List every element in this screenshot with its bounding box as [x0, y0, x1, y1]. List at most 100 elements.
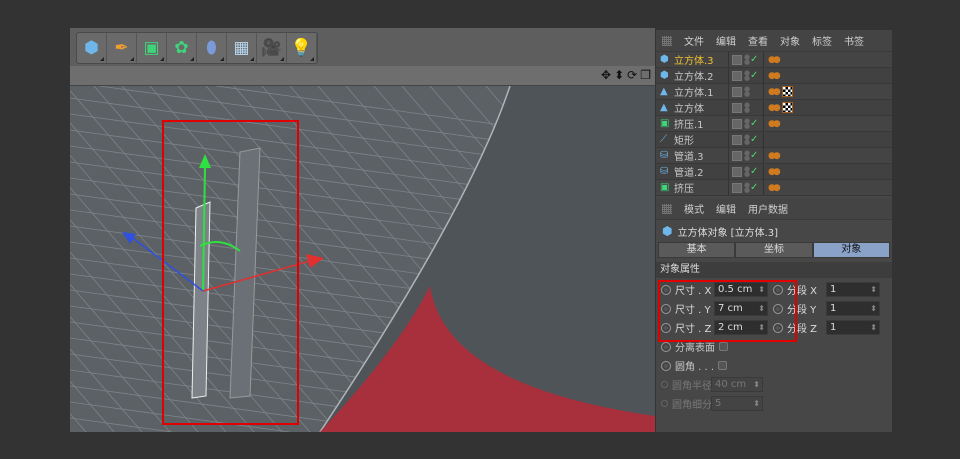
object-name-cell[interactable]: ▲ 立方体 [656, 100, 728, 115]
enabled-check-icon[interactable]: ✓ [750, 166, 758, 177]
segment-field[interactable]: 1 [826, 301, 880, 316]
axis-x[interactable] [202, 260, 311, 292]
menu-item[interactable]: 编辑 [716, 33, 736, 48]
enabled-check-icon[interactable]: ✓ [750, 134, 758, 145]
3d-viewport[interactable] [70, 86, 655, 432]
deformer-bend-tool-button[interactable]: ⬮ [197, 33, 227, 63]
object-name-cell[interactable]: ⛁ 管道.3 [656, 148, 728, 163]
maximize-view-icon[interactable]: ❐ [640, 68, 651, 82]
object-name[interactable]: 立方体.1 [674, 84, 714, 99]
phong-tag-icon[interactable]: ●● [768, 103, 781, 113]
object-row[interactable]: ▲ 立方体.1 ● ● ●● [656, 84, 892, 100]
subdivision-tool-button[interactable]: ▣ [137, 33, 167, 63]
anim-radio[interactable] [661, 341, 671, 352]
menu-item[interactable]: 用户数据 [748, 201, 788, 216]
phong-tag-icon[interactable]: ●● [768, 151, 781, 161]
object-name[interactable]: 管道.3 [674, 148, 704, 163]
enabled-check-icon[interactable]: ✓ [750, 54, 758, 65]
tab-0[interactable]: 基本 [658, 242, 736, 258]
object-row[interactable]: ⟋ 矩形 ● ● ✓ [656, 132, 892, 148]
cube-tool-button[interactable]: ⬢ [77, 33, 107, 63]
tab-1[interactable]: 坐标 [735, 242, 813, 258]
enabled-check-icon[interactable]: ✓ [750, 150, 758, 161]
floor-tool-button[interactable]: ▦ [227, 33, 257, 63]
object-row[interactable]: ▣ 挤压.1 ● ● ✓ ●● [656, 116, 892, 132]
menu-item[interactable]: 文件 [684, 33, 704, 48]
menu-item[interactable]: 编辑 [716, 201, 736, 216]
object-name-cell[interactable]: ⟋ 矩形 [656, 132, 728, 147]
layer-icon[interactable] [732, 118, 742, 129]
object-name[interactable]: 管道.2 [674, 164, 704, 179]
visibility-dots-icon[interactable]: ● ● [744, 133, 750, 145]
object-name-cell[interactable]: ▲ 立方体.1 [656, 84, 728, 99]
object-list[interactable]: ⬢ 立方体.3 ● ● ✓ ●● ⬢ 立方体.2 ● ● ✓ ●● ▲ 立方体.1 ● ● ●● ▲ 立方体 ● ● ●●… [656, 52, 892, 196]
grip-icon[interactable] [662, 35, 672, 46]
phong-tag-icon[interactable]: ●● [768, 167, 781, 177]
menu-item[interactable]: 书签 [844, 33, 864, 48]
visibility-dots-icon[interactable]: ● ● [744, 53, 750, 65]
object-name[interactable]: 矩形 [674, 132, 694, 147]
phong-tag-icon[interactable]: ●● [768, 87, 781, 97]
phong-tag-icon[interactable]: ●● [768, 119, 781, 129]
visibility-dots-icon[interactable]: ● ● [744, 181, 750, 193]
phong-tag-icon[interactable]: ●● [768, 71, 781, 81]
object-name[interactable]: 挤压.1 [674, 116, 704, 131]
menu-item[interactable]: 模式 [684, 201, 704, 216]
anim-radio[interactable] [661, 360, 671, 371]
object-name-cell[interactable]: ⬢ 立方体.2 [656, 68, 728, 83]
phong-tag-icon[interactable]: ●● [768, 55, 781, 65]
rotate-view-icon[interactable]: ⟳ [627, 68, 637, 82]
zoom-view-icon[interactable]: ⬍ [614, 68, 624, 82]
object-name-cell[interactable]: ▣ 挤压.1 [656, 116, 728, 131]
layer-icon[interactable] [732, 166, 742, 177]
enabled-check-icon[interactable]: ✓ [750, 70, 758, 81]
fillet-checkbox[interactable] [718, 361, 728, 370]
visibility-dots-icon[interactable]: ● ● [744, 149, 750, 161]
object-row[interactable]: ▲ 立方体 ● ● ●● [656, 100, 892, 116]
layer-icon[interactable] [732, 54, 742, 65]
visibility-dots-icon[interactable]: ● ● [744, 165, 750, 177]
visibility-dots-icon[interactable]: ● ● [744, 85, 750, 97]
visibility-dots-icon[interactable]: ● ● [744, 117, 750, 129]
layer-icon[interactable] [732, 150, 742, 161]
cube-3-selected[interactable] [191, 201, 211, 399]
layer-icon[interactable] [732, 70, 742, 81]
visibility-dots-icon[interactable]: ● ● [744, 101, 750, 113]
cube-2[interactable] [229, 147, 261, 399]
pen-spline-tool-button[interactable]: ✒ [107, 33, 137, 63]
axis-x-handle[interactable] [306, 254, 324, 268]
menu-item[interactable]: 查看 [748, 33, 768, 48]
separate-surfaces-checkbox[interactable] [719, 342, 728, 351]
object-row[interactable]: ⬢ 立方体.3 ● ● ✓ ●● [656, 52, 892, 68]
array-tool-button[interactable]: ✿ [167, 33, 197, 63]
layer-icon[interactable] [732, 86, 742, 97]
menu-item[interactable]: 对象 [780, 33, 800, 48]
phong-tag-icon[interactable]: ●● [768, 183, 781, 193]
grip-icon[interactable] [662, 203, 672, 214]
camera-tool-button[interactable]: 🎥 [257, 33, 287, 63]
enabled-check-icon[interactable]: ✓ [750, 118, 758, 129]
tab-2[interactable]: 对象 [812, 242, 890, 258]
object-name-cell[interactable]: ⬢ 立方体.3 [656, 52, 728, 67]
object-name-cell[interactable]: ⛁ 管道.2 [656, 164, 728, 179]
move-view-icon[interactable]: ✥ [601, 68, 611, 82]
object-row[interactable]: ⬢ 立方体.2 ● ● ✓ ●● [656, 68, 892, 84]
object-row[interactable]: ▣ 挤压 ● ● ✓ ●● [656, 180, 892, 196]
layer-icon[interactable] [732, 182, 742, 193]
object-name-cell[interactable]: ▣ 挤压 [656, 180, 728, 195]
object-row[interactable]: ⛁ 管道.2 ● ● ✓ ●● [656, 164, 892, 180]
layer-icon[interactable] [732, 102, 742, 113]
object-name[interactable]: 挤压 [674, 180, 694, 195]
object-name[interactable]: 立方体.3 [674, 52, 714, 67]
segment-field[interactable]: 1 [826, 320, 880, 335]
object-name[interactable]: 立方体.2 [674, 68, 714, 83]
layer-icon[interactable] [732, 134, 742, 145]
object-row[interactable]: ⛁ 管道.3 ● ● ✓ ●● [656, 148, 892, 164]
texture-tag-icon[interactable] [781, 102, 793, 113]
segment-field[interactable]: 1 [826, 282, 880, 297]
texture-tag-icon[interactable] [781, 86, 793, 97]
light-tool-button[interactable]: 💡 [287, 33, 317, 63]
axis-y-handle[interactable] [199, 154, 211, 168]
enabled-check-icon[interactable]: ✓ [750, 182, 758, 193]
viewport-scene[interactable] [70, 86, 655, 432]
